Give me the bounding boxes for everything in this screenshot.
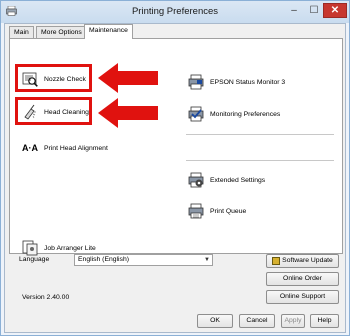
software-update-button[interactable]: Software Update — [266, 254, 339, 268]
ok-button[interactable]: OK — [197, 314, 233, 328]
print-head-alignment-label: Print Head Alignment — [44, 144, 108, 152]
alignment-glyph: A·A — [22, 143, 38, 153]
software-update-icon — [272, 257, 281, 265]
monitoring-preferences-button[interactable]: Monitoring Preferences — [186, 104, 280, 124]
print-queue-label: Print Queue — [210, 207, 247, 215]
chevron-down-icon: ▼ — [204, 257, 210, 263]
apply-button[interactable]: Apply — [281, 314, 305, 328]
tab-main[interactable]: Main — [9, 26, 34, 38]
language-value: English (English) — [78, 256, 129, 263]
extended-settings-icon — [186, 170, 206, 190]
cancel-button[interactable]: Cancel — [239, 314, 275, 328]
head-cleaning-arrow-icon — [98, 98, 158, 128]
maximize-button[interactable]: ☐ — [306, 3, 322, 18]
print-head-alignment-icon: A·A — [20, 138, 40, 158]
head-cleaning-highlight — [15, 97, 92, 125]
tab-more-options[interactable]: More Options — [36, 26, 87, 38]
online-support-button[interactable]: Online Support — [266, 290, 339, 304]
extended-settings-label: Extended Settings — [210, 176, 266, 184]
extended-settings-button[interactable]: Extended Settings — [186, 170, 265, 190]
language-select[interactable]: English (English) ▼ — [74, 254, 213, 266]
right-divider-2 — [186, 160, 334, 161]
minimize-button[interactable]: – — [283, 3, 305, 18]
print-head-alignment-button[interactable]: A·A Print Head Alignment — [20, 138, 108, 158]
version-text: Version 2.40.00 — [22, 294, 70, 301]
title-bar: Printing Preferences – ☐ ✕ — [1, 1, 349, 23]
nozzle-check-arrow-icon — [98, 63, 158, 93]
nozzle-check-highlight — [15, 64, 92, 92]
print-queue-button[interactable]: Print Queue — [186, 201, 246, 221]
epson-status-monitor-label: EPSON Status Monitor 3 — [210, 78, 286, 86]
printing-preferences-window: Printing Preferences – ☐ ✕ Main More Opt… — [0, 0, 350, 336]
job-arranger-lite-icon — [20, 238, 40, 258]
dialog-body: Main More Options Maintenance Nozzle Che… — [4, 23, 346, 333]
software-update-label: Software Update — [282, 257, 333, 264]
epson-status-monitor-button[interactable]: EPSON Status Monitor 3 — [186, 72, 285, 92]
print-queue-icon — [186, 201, 206, 221]
online-order-button[interactable]: Online Order — [266, 272, 339, 286]
status-monitor-icon — [186, 72, 206, 92]
right-divider-1 — [186, 134, 334, 135]
monitoring-preferences-label: Monitoring Preferences — [210, 110, 281, 118]
help-button[interactable]: Help — [310, 314, 339, 328]
maintenance-panel: Nozzle Check Head Cleaning A·A Print Hea… — [9, 38, 343, 256]
tab-maintenance[interactable]: Maintenance — [84, 24, 133, 39]
language-label: Language — [19, 256, 50, 263]
close-button[interactable]: ✕ — [323, 3, 347, 18]
monitoring-preferences-icon — [186, 104, 206, 124]
job-arranger-lite-label: Job Arranger Lite — [44, 244, 96, 252]
